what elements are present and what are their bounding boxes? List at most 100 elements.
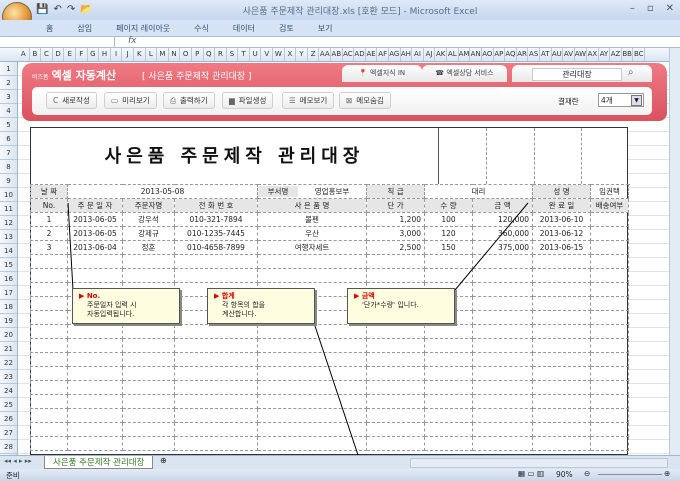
row-header[interactable]: 2 xyxy=(0,76,17,90)
row-header[interactable]: 5 xyxy=(0,118,17,132)
column-header[interactable]: AU xyxy=(552,48,564,61)
zoom-in-icon[interactable]: ⊕ xyxy=(664,469,670,478)
row-header[interactable]: 6 xyxy=(0,132,17,146)
column-header[interactable]: F xyxy=(76,48,88,61)
column-header[interactable]: AK xyxy=(435,48,447,61)
row-header[interactable]: 28 xyxy=(0,440,17,454)
row-header[interactable]: 7 xyxy=(0,146,17,160)
column-header[interactable]: E xyxy=(64,48,76,61)
column-header[interactable]: AZ xyxy=(610,48,622,61)
view-buttons[interactable]: ▦ ▭ ▥ xyxy=(518,469,544,478)
column-header[interactable]: P xyxy=(192,48,204,61)
column-header[interactable]: R xyxy=(215,48,227,61)
row-header[interactable]: 4 xyxy=(0,104,17,118)
column-header[interactable]: B xyxy=(30,48,42,61)
column-header[interactable]: AC xyxy=(343,48,355,61)
ribbon-tab[interactable]: 삽입 xyxy=(65,20,104,36)
row-header[interactable]: 14 xyxy=(0,244,17,258)
column-header[interactable]: W xyxy=(273,48,285,61)
row-header[interactable]: 20 xyxy=(0,328,17,342)
column-header[interactable]: AP xyxy=(494,48,506,61)
column-header[interactable]: T xyxy=(238,48,250,61)
row-header[interactable]: 16 xyxy=(0,272,17,286)
ribbon-tab[interactable]: 검토 xyxy=(267,20,306,36)
fx-icon[interactable]: fx xyxy=(128,36,137,46)
column-header[interactable]: AQ xyxy=(505,48,517,61)
save-icon[interactable]: 💾 xyxy=(36,4,48,15)
column-header[interactable]: U xyxy=(250,48,262,61)
zoom-level[interactable]: 90% xyxy=(556,470,573,479)
column-header[interactable]: O xyxy=(180,48,192,61)
column-header[interactable]: K xyxy=(134,48,146,61)
column-header[interactable]: G xyxy=(88,48,100,61)
column-header[interactable]: Q xyxy=(204,48,216,61)
row-header[interactable]: 23 xyxy=(0,370,17,384)
column-header[interactable]: A xyxy=(18,48,30,61)
row-header[interactable]: 10 xyxy=(0,188,17,202)
column-header[interactable]: AD xyxy=(354,48,366,61)
column-header[interactable]: AL xyxy=(447,48,459,61)
column-header[interactable]: AF xyxy=(377,48,389,61)
undo-icon[interactable]: ↶ xyxy=(53,4,61,15)
row-header[interactable]: 1 xyxy=(0,62,17,76)
row-header[interactable]: 24 xyxy=(0,384,17,398)
ribbon-tab[interactable]: 페이지 레이아웃 xyxy=(104,20,182,36)
row-header[interactable]: 17 xyxy=(0,286,17,300)
column-header[interactable]: AY xyxy=(599,48,611,61)
column-header[interactable]: H xyxy=(99,48,111,61)
row-header[interactable]: 22 xyxy=(0,356,17,370)
column-header[interactable]: BC xyxy=(633,48,646,61)
vertical-scrollbar[interactable] xyxy=(669,48,680,455)
redo-icon[interactable]: ↷ xyxy=(67,4,75,15)
column-header[interactable]: C xyxy=(41,48,53,61)
column-header[interactable]: AJ xyxy=(424,48,436,61)
column-header[interactable]: AR xyxy=(517,48,529,61)
ribbon-tab[interactable]: 보기 xyxy=(306,20,345,36)
column-header[interactable]: AE xyxy=(366,48,378,61)
column-header[interactable]: AI xyxy=(412,48,424,61)
zoom-slider[interactable] xyxy=(598,474,662,475)
column-header[interactable]: AT xyxy=(540,48,552,61)
column-header[interactable]: AG xyxy=(389,48,401,61)
column-header[interactable]: AH xyxy=(401,48,413,61)
column-header[interactable]: Z xyxy=(308,48,320,61)
row-header[interactable]: 15 xyxy=(0,258,17,272)
row-header[interactable]: 18 xyxy=(0,300,17,314)
column-header[interactable]: AS xyxy=(528,48,540,61)
column-header[interactable]: N xyxy=(169,48,181,61)
name-box[interactable] xyxy=(0,37,115,48)
row-header[interactable]: 8 xyxy=(0,160,17,174)
column-header[interactable]: AV xyxy=(563,48,575,61)
column-header[interactable]: AM xyxy=(459,48,471,61)
row-header[interactable]: 21 xyxy=(0,342,17,356)
column-header[interactable]: AB xyxy=(331,48,343,61)
row-header[interactable]: 25 xyxy=(0,398,17,412)
row-header[interactable]: 27 xyxy=(0,426,17,440)
column-header[interactable]: M xyxy=(157,48,169,61)
column-header[interactable]: AA xyxy=(319,48,332,61)
row-header[interactable]: 19 xyxy=(0,314,17,328)
row-header[interactable]: 3 xyxy=(0,90,17,104)
column-header[interactable]: AN xyxy=(470,48,482,61)
quick-access-toolbar[interactable]: 💾 ↶ ↷ 📂 xyxy=(36,4,93,15)
column-header[interactable]: L xyxy=(146,48,158,61)
zoom-out-icon[interactable]: ⊖ xyxy=(584,469,590,478)
column-header[interactable]: X xyxy=(285,48,297,61)
column-header[interactable]: AX xyxy=(587,48,599,61)
row-header[interactable]: 9 xyxy=(0,174,17,188)
column-header[interactable]: I xyxy=(111,48,123,61)
ribbon-tab[interactable]: 데이터 xyxy=(221,20,267,36)
ribbon-tab[interactable]: 수식 xyxy=(182,20,221,36)
column-header[interactable]: AW xyxy=(575,48,588,61)
column-header[interactable]: J xyxy=(122,48,134,61)
horizontal-scrollbar[interactable] xyxy=(410,458,668,468)
new-sheet-icon[interactable]: ⊕ xyxy=(160,456,167,465)
row-header[interactable]: 11 xyxy=(0,202,17,216)
sheet-nav-arrows[interactable]: ◂◂ ◂ ▸ ▸▸ xyxy=(4,457,32,465)
minimize-icon[interactable]: – xyxy=(630,3,635,14)
column-header[interactable]: S xyxy=(227,48,239,61)
worksheet[interactable]: 비즈폼 엑셀 자동계산 [ 사은품 주문제작 관리대장 ] 📍 엑셀지식 IN ☎… xyxy=(18,62,669,455)
maximize-icon[interactable]: ▫ xyxy=(647,3,654,14)
row-header[interactable]: 13 xyxy=(0,230,17,244)
column-header[interactable]: D xyxy=(53,48,65,61)
